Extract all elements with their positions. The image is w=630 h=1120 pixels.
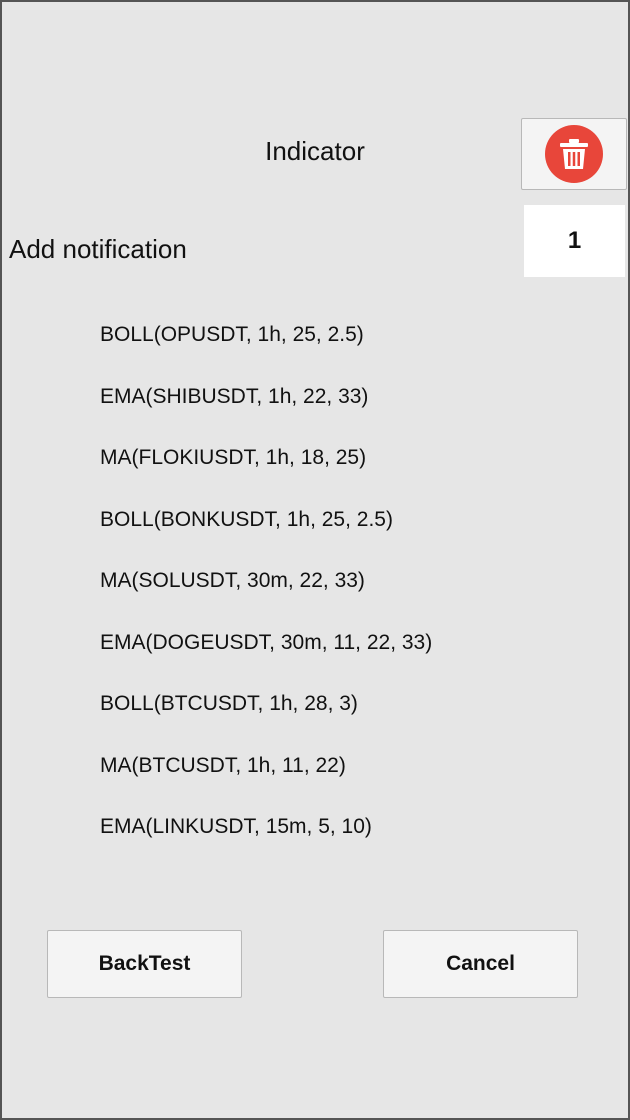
trash-icon (560, 139, 588, 169)
add-notification-label: Add notification (9, 234, 187, 264)
indicator-item[interactable]: BOLL(BONKUSDT, 1h, 25, 2.5) (100, 499, 432, 561)
indicator-item[interactable]: MA(SOLUSDT, 30m, 22, 33) (100, 560, 432, 622)
indicator-list: BOLL(OPUSDT, 1h, 25, 2.5) EMA(SHIBUSDT, … (100, 314, 432, 868)
indicator-item[interactable]: MA(FLOKIUSDT, 1h, 18, 25) (100, 437, 432, 499)
indicator-item[interactable]: EMA(SHIBUSDT, 1h, 22, 33) (100, 376, 432, 438)
indicator-item[interactable]: BOLL(BTCUSDT, 1h, 28, 3) (100, 683, 432, 745)
delete-button[interactable] (521, 118, 627, 190)
indicator-item[interactable]: EMA(DOGEUSDT, 30m, 11, 22, 33) (100, 622, 432, 684)
indicator-item[interactable]: EMA(LINKUSDT, 15m, 5, 10) (100, 806, 432, 868)
delete-badge (545, 125, 603, 183)
cancel-button[interactable]: Cancel (383, 930, 578, 998)
indicator-item[interactable]: MA(BTCUSDT, 1h, 11, 22) (100, 745, 432, 807)
indicator-item[interactable]: BOLL(OPUSDT, 1h, 25, 2.5) (100, 314, 432, 376)
backtest-button[interactable]: BackTest (47, 930, 242, 998)
notification-count-field[interactable]: 1 (524, 205, 625, 277)
